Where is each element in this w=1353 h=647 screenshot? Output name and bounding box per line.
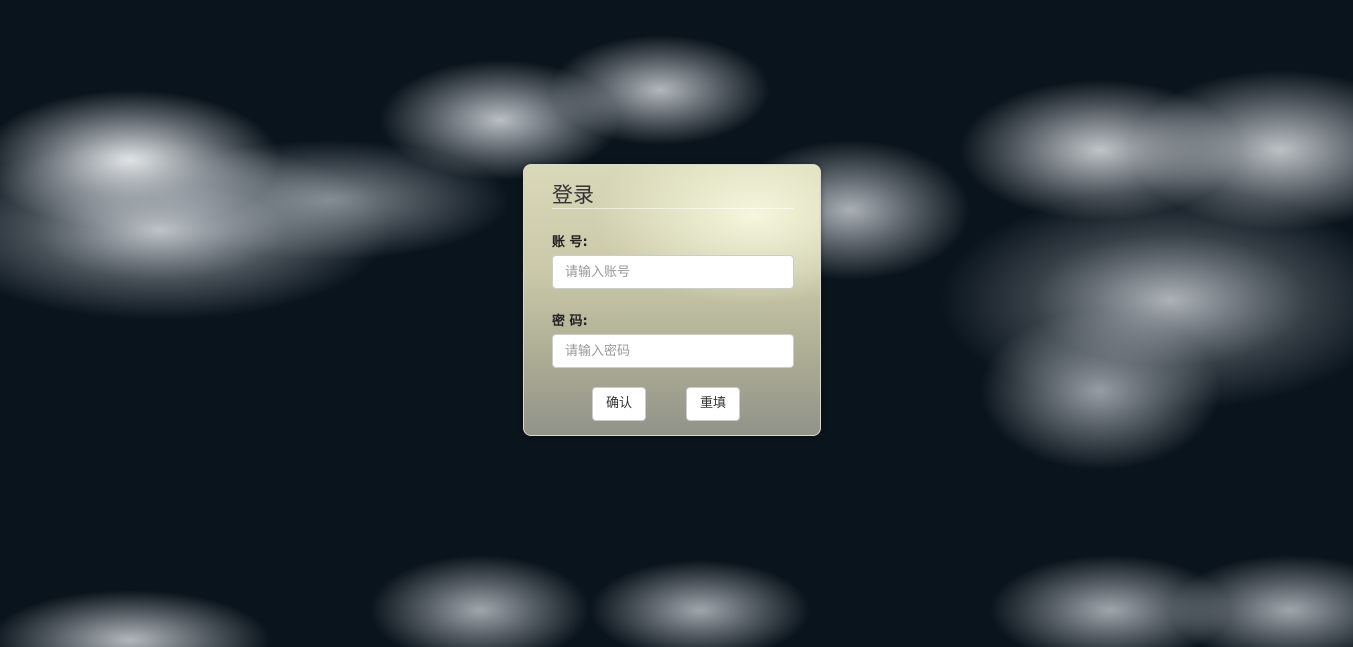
password-label: 密 码: — [552, 314, 588, 329]
account-input[interactable] — [552, 255, 794, 289]
login-panel: 登录 账 号: 密 码: 确认 重填 — [523, 164, 821, 436]
title-divider — [552, 208, 794, 209]
password-input[interactable] — [552, 334, 794, 368]
login-title: 登录 — [552, 183, 594, 207]
confirm-button[interactable]: 确认 — [592, 387, 646, 421]
reset-button[interactable]: 重填 — [686, 387, 740, 421]
account-label: 账 号: — [552, 235, 588, 250]
